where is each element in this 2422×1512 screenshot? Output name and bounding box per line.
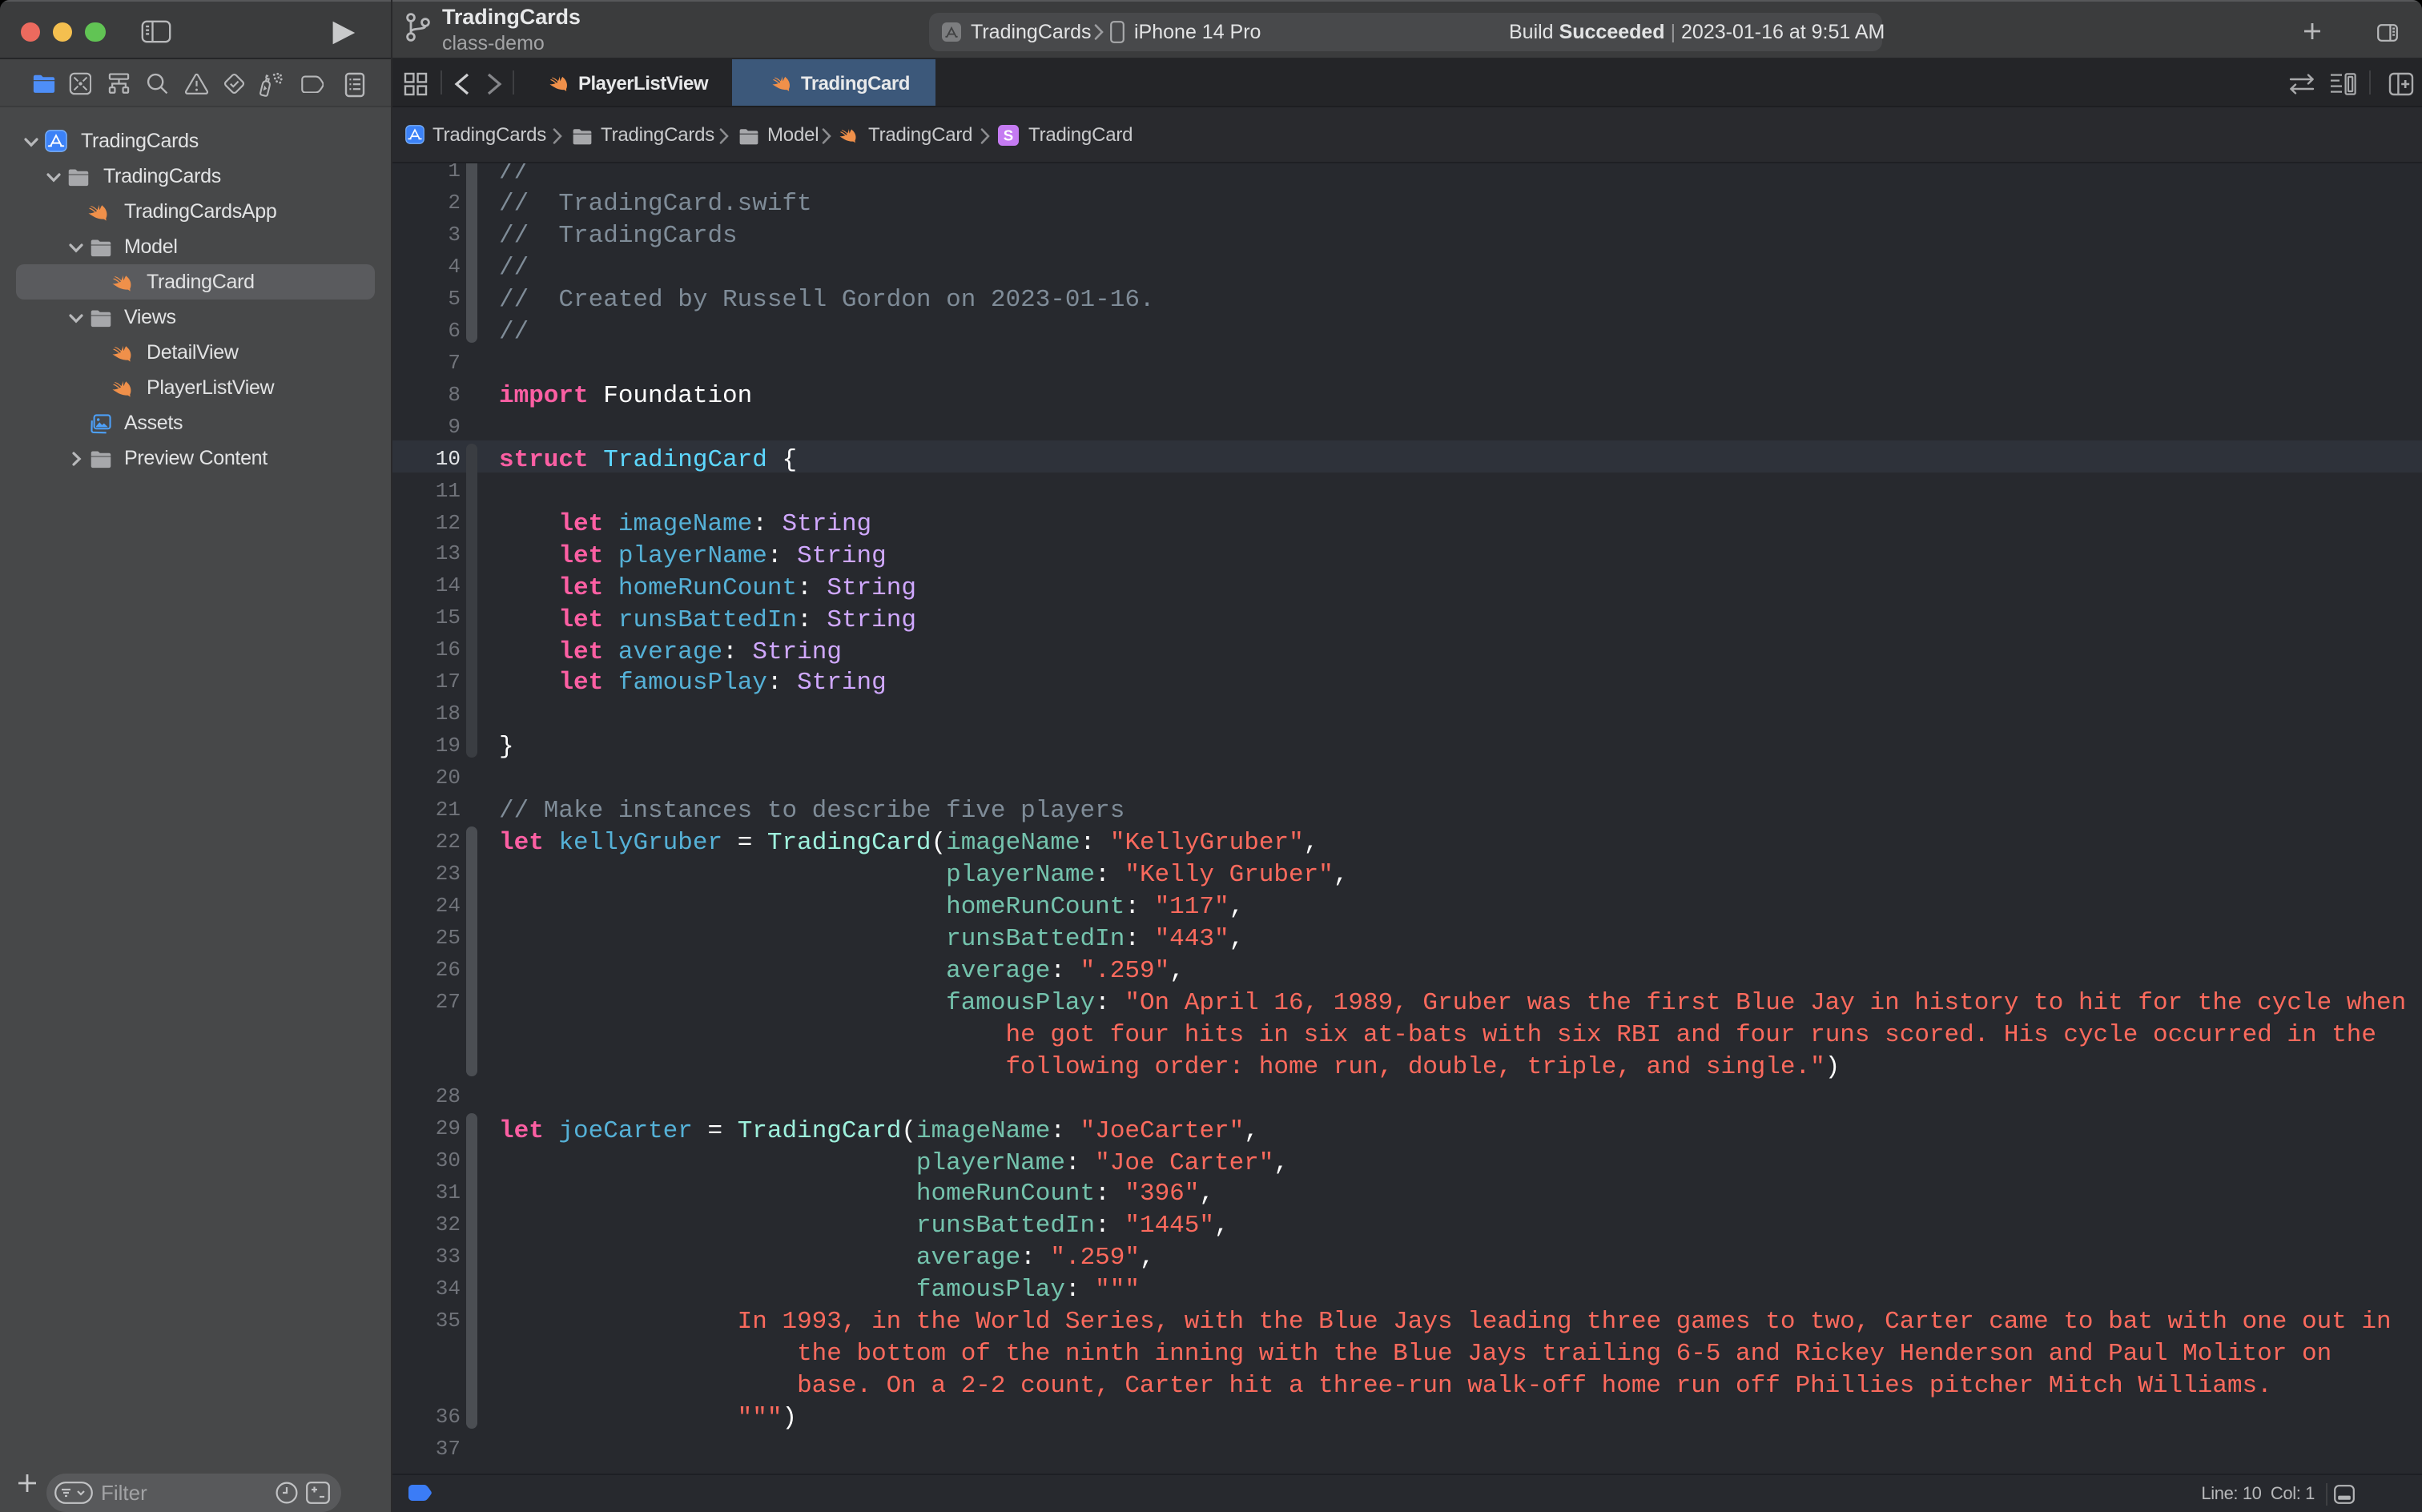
svg-text:S: S [1004,127,1013,144]
